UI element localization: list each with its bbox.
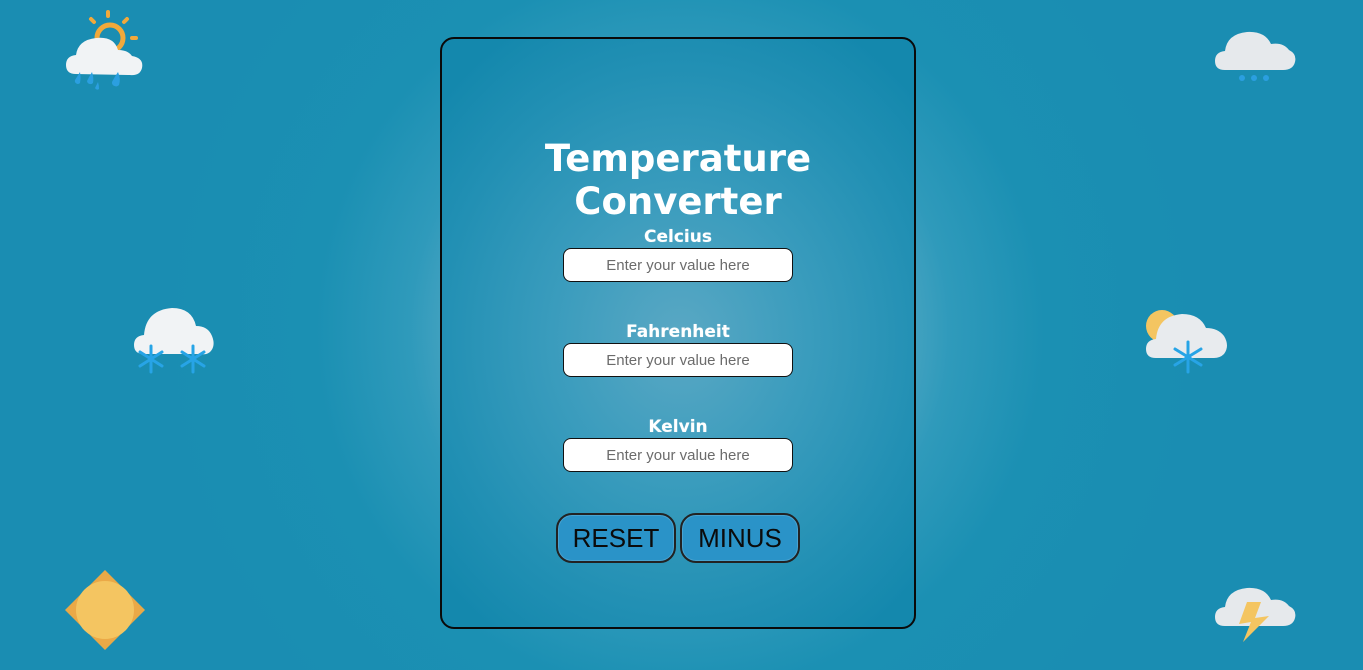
fahrenheit-field: Fahrenheit xyxy=(442,322,914,377)
kelvin-field: Kelvin xyxy=(442,417,914,472)
button-row: RESET MINUS xyxy=(442,513,914,563)
thunder-cloud-icon xyxy=(1213,570,1297,654)
sun-cloud-snow-icon xyxy=(1144,302,1228,386)
kelvin-input[interactable] xyxy=(563,438,793,472)
celcius-label: Celcius xyxy=(644,227,712,247)
celcius-input[interactable] xyxy=(563,248,793,282)
page-title: Temperature Converter xyxy=(544,137,812,223)
fahrenheit-label: Fahrenheit xyxy=(626,322,730,342)
minus-button[interactable]: MINUS xyxy=(680,513,800,563)
fahrenheit-input[interactable] xyxy=(563,343,793,377)
converter-card: Temperature Converter Celcius Fahrenheit… xyxy=(440,37,916,629)
rain-cloud-icon xyxy=(1213,12,1297,96)
sun-icon xyxy=(63,568,147,652)
sun-cloud-rain-icon xyxy=(62,10,146,94)
kelvin-label: Kelvin xyxy=(648,417,708,437)
snow-cloud-icon xyxy=(132,300,216,384)
celcius-field: Celcius xyxy=(442,227,914,282)
reset-button[interactable]: RESET xyxy=(556,513,676,563)
